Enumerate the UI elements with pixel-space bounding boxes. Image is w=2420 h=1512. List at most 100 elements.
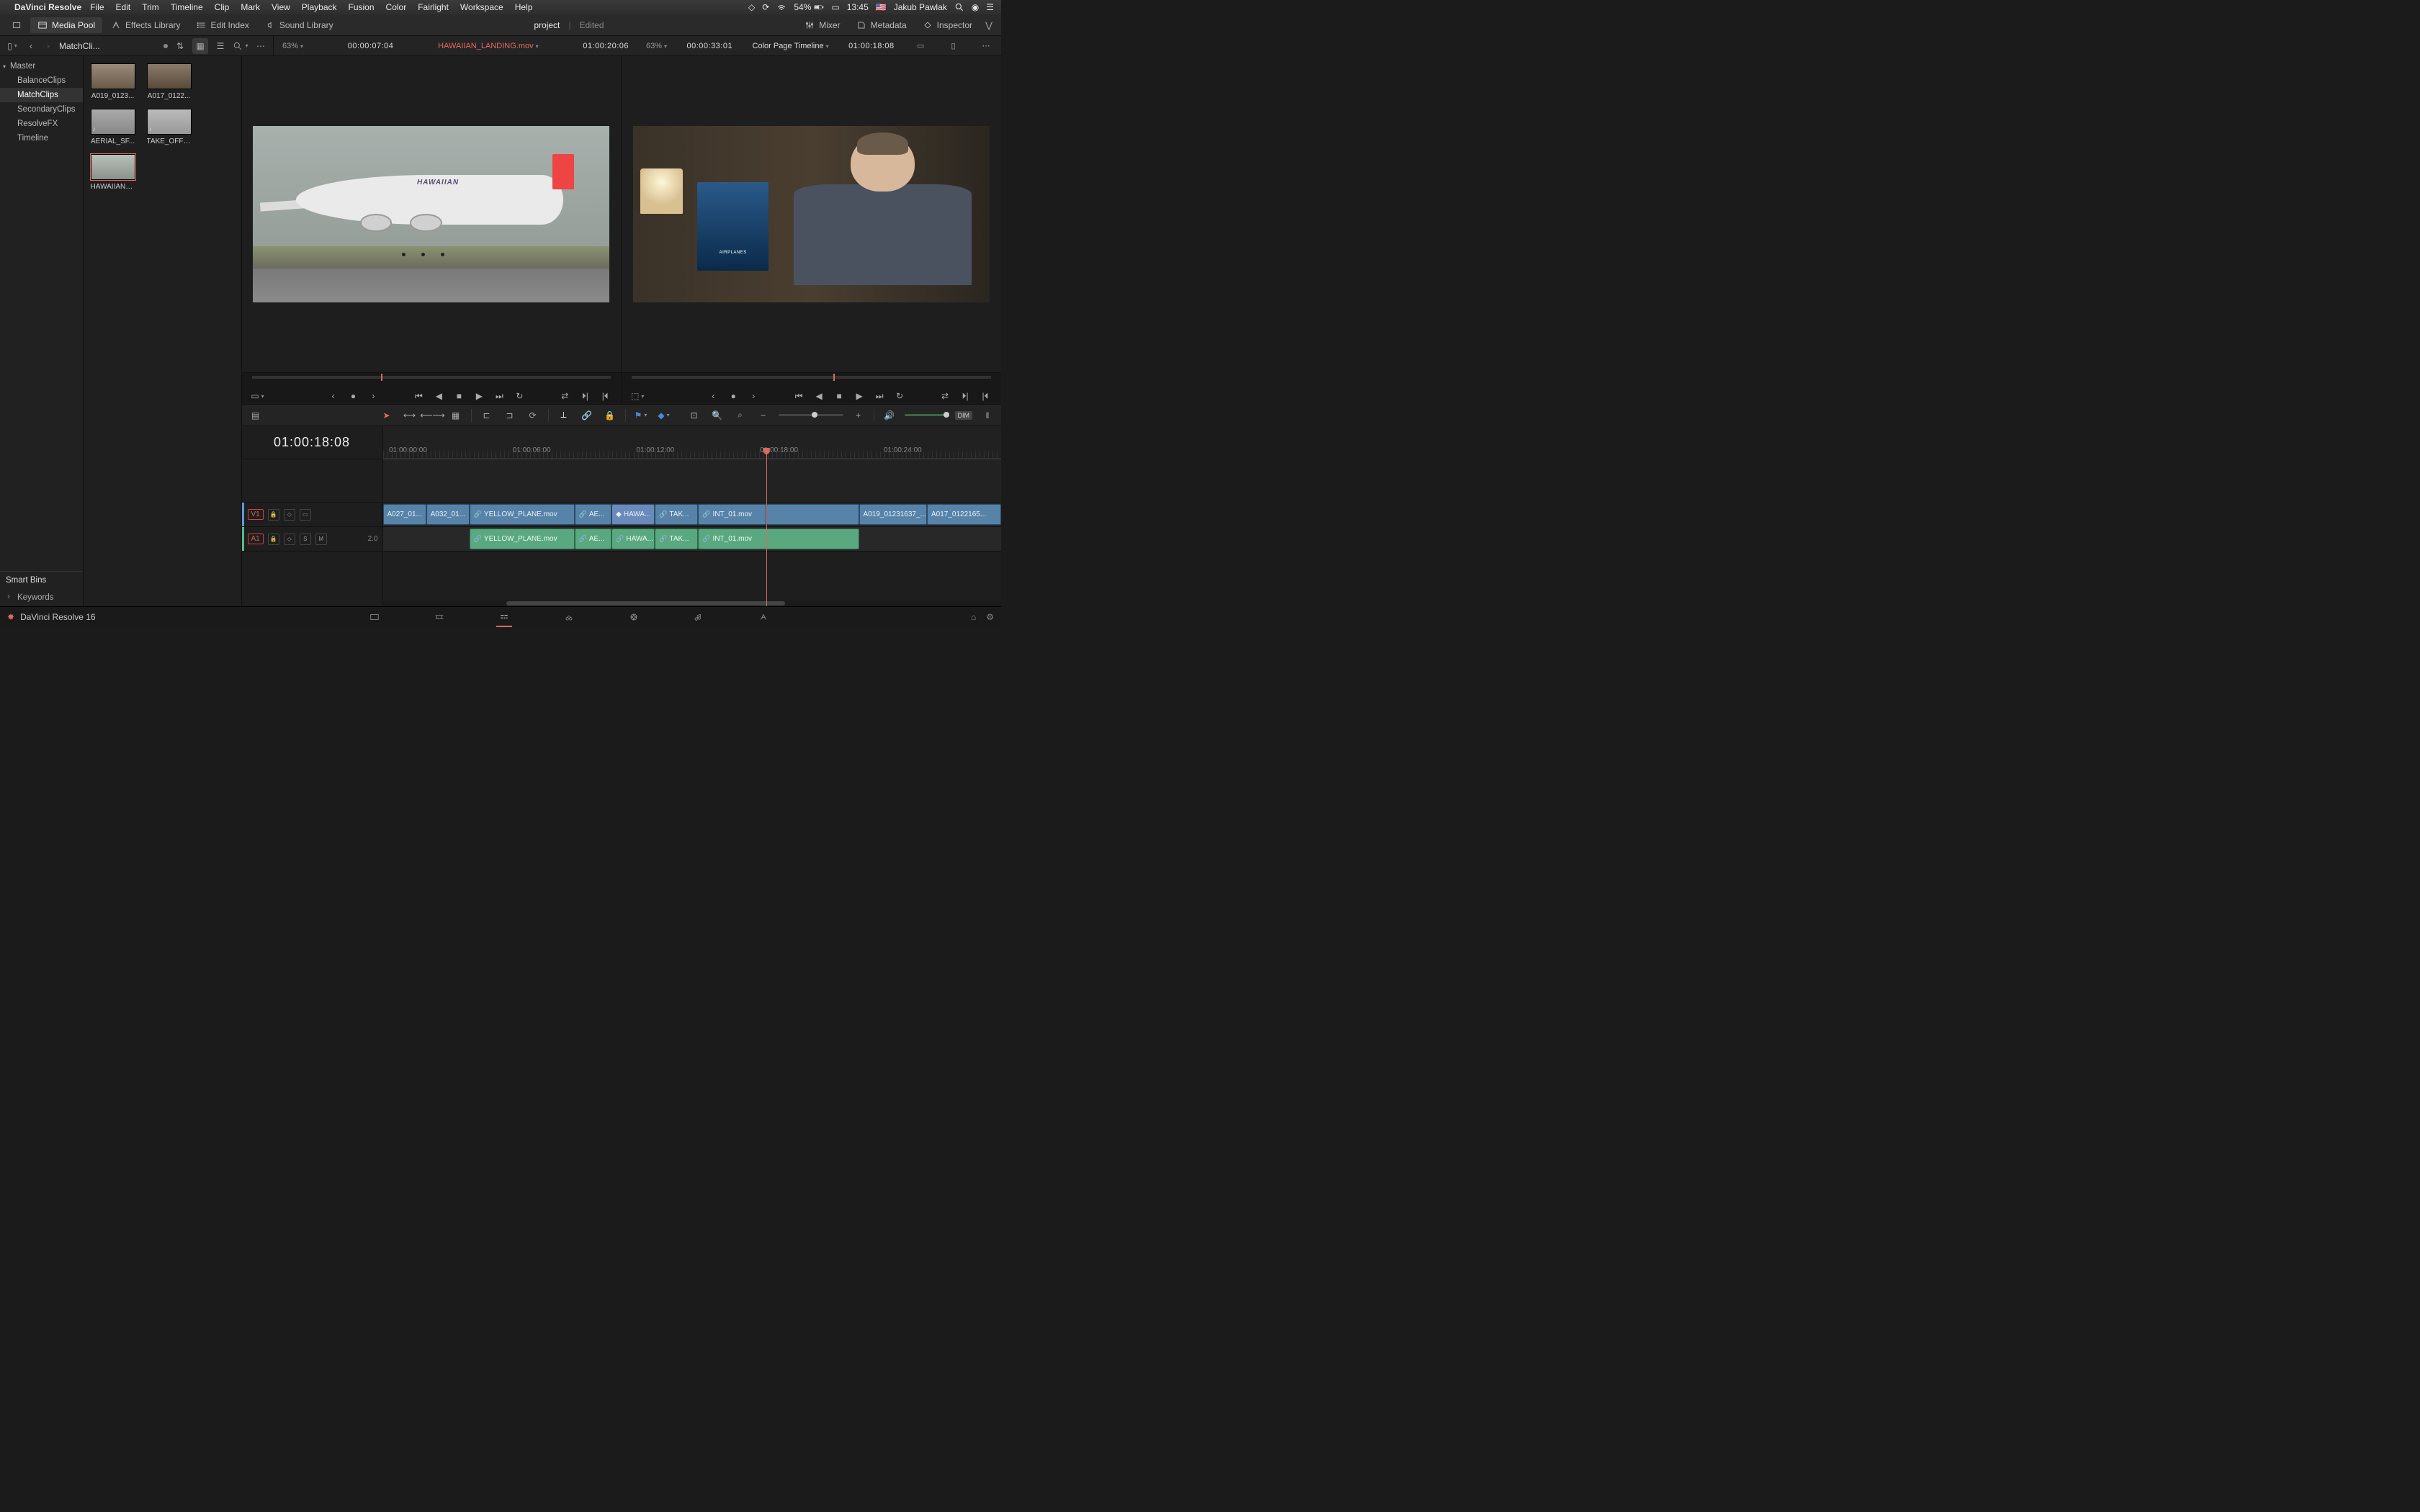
link-button[interactable]: 🔗 xyxy=(579,408,595,423)
page-edit-button[interactable] xyxy=(493,610,515,624)
timeline-clip[interactable]: 🔗AE... xyxy=(575,504,612,525)
dual-viewer-button[interactable]: ▯ xyxy=(947,40,960,53)
timeline-clip[interactable]: 🔗HAWA... xyxy=(611,528,655,549)
menu-playback[interactable]: Playback xyxy=(302,2,337,12)
track-auto-select-button[interactable]: ◇ xyxy=(284,509,295,521)
layout-mode-button[interactable]: ▯ xyxy=(4,38,20,54)
bin-resolvefx[interactable]: ResolveFX xyxy=(0,117,83,131)
thumbnail-view-button[interactable]: ▦ xyxy=(192,38,208,54)
track-header-a1[interactable]: A1 🔒 ◇ S M 2.0 xyxy=(242,527,382,552)
timeline-empty-area[interactable] xyxy=(383,459,1002,503)
track-mute-button[interactable]: M xyxy=(315,534,327,545)
bin-timeline[interactable]: Timeline xyxy=(0,131,83,145)
timeline-clip[interactable]: 🔗YELLOW_PLANE.mov xyxy=(470,528,575,549)
selection-tool-button[interactable]: ➤ xyxy=(379,408,395,423)
bin-secondaryclips[interactable]: SecondaryClips xyxy=(0,102,83,117)
bin-breadcrumb[interactable]: MatchCli... xyxy=(59,41,159,51)
goto-start-button[interactable]: ⏮ xyxy=(792,390,806,402)
prev-frame-button[interactable]: ◀ xyxy=(431,390,446,402)
track-auto-select-button[interactable]: ◇ xyxy=(284,534,295,545)
smart-bin-keywords[interactable]: Keywords xyxy=(0,589,83,606)
menu-mark[interactable]: Mark xyxy=(241,2,260,12)
track-lock-button[interactable]: 🔒 xyxy=(268,534,279,545)
nav-back-button[interactable]: ‹ xyxy=(24,40,37,53)
insert-button[interactable]: ⊏ xyxy=(479,408,495,423)
flag-button[interactable]: ⚑ xyxy=(633,408,649,423)
jog-fwd-icon[interactable]: › xyxy=(746,390,761,402)
track-label-v1[interactable]: V1 xyxy=(248,509,264,520)
volume-slider[interactable] xyxy=(905,414,948,416)
track-solo-button[interactable]: S xyxy=(300,534,311,545)
source-viewer[interactable]: HAWAIIAN xyxy=(242,56,622,372)
page-deliver-button[interactable] xyxy=(753,610,774,624)
stop-button[interactable]: ■ xyxy=(452,390,466,402)
playhead[interactable] xyxy=(766,448,767,606)
jog-stop-icon[interactable]: ● xyxy=(726,390,740,402)
timeline-clip[interactable]: 🔗INT_01.mov xyxy=(698,528,859,549)
timeline-clip[interactable]: 🔗TAK... xyxy=(655,504,698,525)
track-a1-row[interactable]: 🔗YELLOW_PLANE.mov🔗AE...🔗HAWA...🔗TAK...🔗I… xyxy=(383,527,1002,552)
source-zoom[interactable]: 63% xyxy=(282,42,303,50)
timeline-clip[interactable] xyxy=(766,504,859,525)
match-frame-button[interactable]: ⇄ xyxy=(557,390,572,402)
timeline-clip[interactable]: 🔗YELLOW_PLANE.mov xyxy=(470,504,575,525)
timeline-master-timecode[interactable]: 01:00:18:08 xyxy=(242,426,382,459)
track-label-a1[interactable]: A1 xyxy=(248,534,264,544)
zoom-custom-button[interactable]: ⌕ xyxy=(732,408,748,423)
timeline-viewer[interactable]: AIRPLANES xyxy=(622,56,1001,372)
track-header-v1[interactable]: V1 🔒 ◇ ▭ xyxy=(242,503,382,527)
mixer-button[interactable]: Mixer xyxy=(797,17,847,33)
zoom-out-button[interactable]: − xyxy=(756,408,771,423)
sound-library-button[interactable]: Sound Library xyxy=(258,17,341,33)
trim-tool-button[interactable]: ⟷ xyxy=(402,408,418,423)
timeline-clip[interactable]: 🔗INT_01.mov xyxy=(698,504,766,525)
edit-index-button[interactable]: Edit Index xyxy=(189,17,256,33)
single-viewer-button[interactable]: ▭ xyxy=(914,40,927,53)
media-pool-button[interactable]: Media Pool xyxy=(30,17,102,33)
source-scrubber[interactable] xyxy=(252,376,611,379)
menu-file[interactable]: File xyxy=(90,2,104,12)
bin-balanceclips[interactable]: BalanceClips xyxy=(0,73,83,88)
clip-item[interactable]: ♪AERIAL_SF... xyxy=(91,109,135,145)
play-button[interactable]: ▶ xyxy=(472,390,486,402)
track-lock-button[interactable]: 🔒 xyxy=(268,509,279,521)
timeline-name[interactable]: Color Page Timeline xyxy=(753,42,829,50)
zoom-slider[interactable] xyxy=(779,414,843,416)
timeline-clip[interactable]: 🔗TAK... xyxy=(655,528,698,549)
timeline-clip[interactable]: A017_0122165... xyxy=(927,504,1001,525)
effects-library-button[interactable]: Effects Library xyxy=(104,17,187,33)
dim-button[interactable]: DIM xyxy=(955,411,973,420)
resolve-logo-icon[interactable]: ✸ xyxy=(7,612,14,622)
clip-item[interactable]: A019_0123... xyxy=(91,63,135,100)
menu-clip[interactable]: Clip xyxy=(215,2,230,12)
menu-trim[interactable]: Trim xyxy=(142,2,159,12)
menu-edit[interactable]: Edit xyxy=(116,2,131,12)
status-diamond-icon[interactable]: ◇ xyxy=(748,2,755,12)
timeline-clip[interactable]: ◆HAWA... xyxy=(611,504,655,525)
timeline-scrubber[interactable] xyxy=(632,376,991,379)
timeline-mode-button[interactable]: ⬚ xyxy=(630,390,645,402)
source-mode-button[interactable]: ▭ xyxy=(251,390,265,402)
timeline-clip[interactable]: A032_01... xyxy=(426,504,470,525)
snap-button[interactable]: ⟂ xyxy=(556,408,572,423)
jog-back-icon[interactable]: ‹ xyxy=(706,390,720,402)
app-name[interactable]: DaVinci Resolve xyxy=(14,2,81,12)
bin-matchclips[interactable]: MatchClips xyxy=(0,88,83,102)
timeline-ruler[interactable]: 01:00:00:00 01:00:06:00 01:00:12:00 01:0… xyxy=(383,426,1002,459)
fullscreen-viewer-button[interactable] xyxy=(4,17,29,33)
input-flag[interactable]: 🇺🇸 xyxy=(876,2,887,12)
prev-frame-button[interactable]: ◀ xyxy=(812,390,826,402)
stop-button[interactable]: ■ xyxy=(832,390,846,402)
timeline-clip[interactable]: A027_01... xyxy=(383,504,426,525)
clip-item[interactable]: HAWAIIAN_... xyxy=(91,154,135,191)
timeline-clip[interactable]: A019_01231637_... xyxy=(859,504,927,525)
clock[interactable]: 13:45 xyxy=(847,2,869,12)
list-view-button[interactable]: ☰ xyxy=(212,38,228,54)
zoom-full-button[interactable]: ⊡ xyxy=(686,408,702,423)
sort-button[interactable]: ⇅ xyxy=(172,38,188,54)
source-clip-name[interactable]: HAWAIIAN_LANDING.mov xyxy=(438,42,538,50)
media-pool-options-button[interactable]: ⋯ xyxy=(253,38,269,54)
nav-forward-button[interactable]: › xyxy=(42,40,55,53)
status-sync-icon[interactable]: ⟳ xyxy=(762,2,769,12)
next-edit-button[interactable]: |⏴ xyxy=(978,390,992,402)
